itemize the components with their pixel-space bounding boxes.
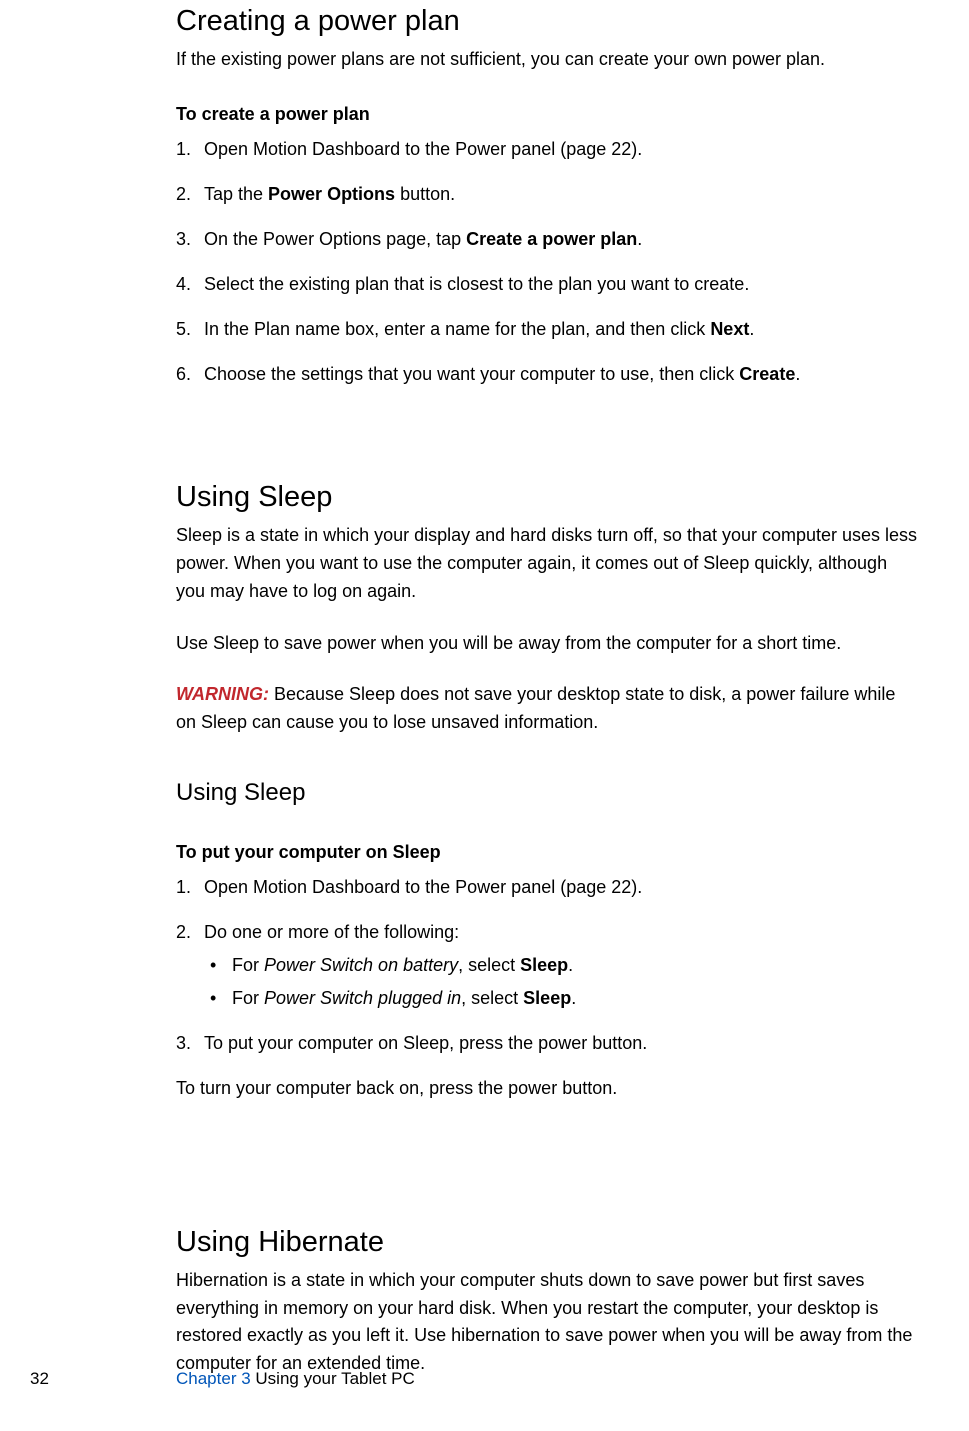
bullet-list: For Power Switch on battery, select Slee… (204, 952, 919, 1012)
sleep-intro: Sleep is a state in which your display a… (176, 522, 919, 606)
chapter-label: Chapter 3 (176, 1369, 255, 1388)
bullet-1: For Power Switch on battery, select Slee… (204, 952, 919, 979)
page-content: Creating a power plan If the existing po… (0, 0, 969, 1378)
warning-label: WARNING: (176, 684, 269, 704)
warning-paragraph: WARNING: Because Sleep does not save you… (176, 681, 919, 737)
sleep-step-3: To put your computer on Sleep, press the… (176, 1030, 919, 1057)
procedure-list-sleep: Open Motion Dashboard to the Power panel… (176, 874, 919, 1057)
heading-using-hibernate: Using Hibernate (176, 1221, 919, 1265)
procedure-title-sleep: To put your computer on Sleep (176, 839, 919, 866)
step-4: Select the existing plan that is closest… (176, 271, 919, 298)
sleep-step-2: Do one or more of the following: For Pow… (176, 919, 919, 1012)
bullet-2: For Power Switch plugged in, select Slee… (204, 985, 919, 1012)
step-6: Choose the settings that you want your c… (176, 361, 919, 388)
procedure-title: To create a power plan (176, 101, 919, 128)
intro-paragraph: If the existing power plans are not suff… (176, 46, 919, 74)
heading-creating-power-plan: Creating a power plan (176, 0, 919, 44)
step-5: In the Plan name box, enter a name for t… (176, 316, 919, 343)
heading-using-sleep: Using Sleep (176, 476, 919, 520)
subheading-using-sleep: Using Sleep (176, 775, 919, 811)
page-footer: 32Chapter 3 Using your Tablet PC (0, 1366, 969, 1392)
step-2: Tap the Power Options button. (176, 181, 919, 208)
sleep-body: Use Sleep to save power when you will be… (176, 630, 919, 658)
sleep-after: To turn your computer back on, press the… (176, 1075, 919, 1103)
page-number: 32 (30, 1366, 176, 1392)
hibernate-intro: Hibernation is a state in which your com… (176, 1267, 919, 1379)
procedure-list: Open Motion Dashboard to the Power panel… (176, 136, 919, 388)
chapter-title: Using your Tablet PC (255, 1369, 414, 1388)
step-3: On the Power Options page, tap Create a … (176, 226, 919, 253)
sleep-step-1: Open Motion Dashboard to the Power panel… (176, 874, 919, 901)
step-1: Open Motion Dashboard to the Power panel… (176, 136, 919, 163)
